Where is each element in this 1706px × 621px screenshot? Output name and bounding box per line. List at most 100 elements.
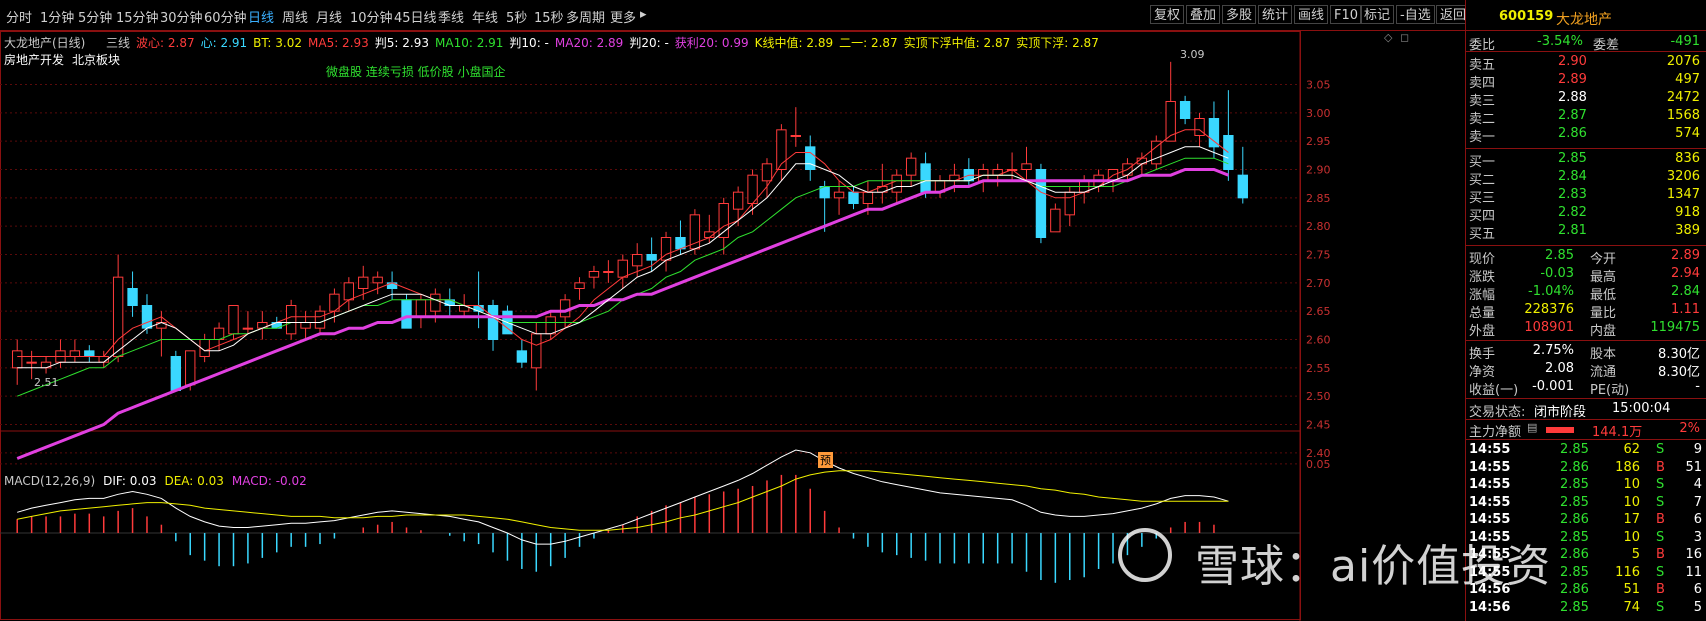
candle-body-19 — [285, 305, 297, 335]
period-tab-15[interactable]: 多周期 — [566, 7, 605, 26]
toolbar-button-1[interactable]: 叠加 — [1186, 5, 1221, 24]
period-tab-11[interactable]: 季线 — [438, 7, 464, 26]
period-tab-13[interactable]: 5秒 — [506, 7, 527, 26]
ask-price-3[interactable]: 2.87 — [1558, 108, 1587, 123]
candle-body-52 — [761, 163, 773, 182]
candle-body-9 — [141, 305, 153, 329]
fund-label-0: 换手 — [1469, 347, 1496, 362]
candle-body-73 — [1064, 191, 1075, 216]
quote-value2-0: 2.89 — [1671, 248, 1700, 263]
period-tab-12[interactable]: 年线 — [472, 7, 498, 26]
indicator-value-4: MA5: 2.93 — [308, 36, 369, 50]
candle-body-4 — [69, 350, 81, 358]
bid-label-3: 买四 — [1469, 209, 1496, 224]
candle-body-59 — [862, 191, 874, 205]
tick-price-9: 2.85 — [1560, 599, 1589, 615]
candle-body-57 — [833, 191, 845, 199]
tick-side-0: S — [1656, 442, 1665, 457]
period-tab-3[interactable]: 15分钟 — [116, 7, 159, 26]
candle-body-43 — [632, 254, 643, 267]
toolbar-button-6[interactable]: 标记 — [1360, 5, 1395, 24]
tick-volume-7: 116 — [1615, 564, 1640, 580]
toolbar-button-2[interactable]: 多股 — [1222, 5, 1257, 24]
candle-body-37 — [545, 316, 556, 335]
ask-price-1[interactable]: 2.89 — [1558, 72, 1587, 87]
watermark-text: 雪球：ai价值投资 — [1195, 541, 1552, 592]
sector-label-1[interactable]: 房地产开发 — [4, 51, 64, 68]
webi-value: -3.54% — [1537, 34, 1583, 49]
period-tab-2[interactable]: 5分钟 — [78, 7, 112, 26]
bid-price-2[interactable]: 2.83 — [1558, 187, 1587, 202]
tick-side-6: B — [1656, 547, 1665, 562]
price-tick-0: 3.05 — [1306, 79, 1331, 92]
main-fund-label[interactable]: 主力净额 — [1469, 421, 1521, 440]
list-icon[interactable]: ▤ — [1527, 421, 1537, 434]
indicator-value-1: 波心: 2.87 — [136, 36, 195, 50]
candle-body-23 — [343, 282, 355, 301]
price-tick-4: 2.85 — [1306, 192, 1331, 205]
period-tab-7[interactable]: 周线 — [282, 7, 308, 26]
ask-price-2[interactable]: 2.88 — [1558, 90, 1587, 105]
chart-close-icon[interactable]: ◻ — [1400, 31, 1409, 44]
period-tab-4[interactable]: 30分钟 — [160, 7, 203, 26]
period-tab-16[interactable]: 更多 — [610, 7, 636, 26]
toolbar-button-3[interactable]: 统计 — [1258, 5, 1293, 24]
period-tab-0[interactable]: 分时 — [6, 7, 32, 26]
period-tab-9[interactable]: 10分钟 — [350, 7, 393, 26]
tick-volume-3: 10 — [1623, 494, 1640, 510]
period-tab-14[interactable]: 15秒 — [534, 7, 564, 26]
period-tab-5[interactable]: 60分钟 — [204, 7, 247, 26]
more-chevron-icon[interactable]: ▸ — [640, 7, 647, 22]
tick-volume-5: 10 — [1623, 529, 1640, 545]
fund-value-0: 2.75% — [1532, 343, 1574, 358]
quote-value2-4: 119475 — [1650, 320, 1700, 335]
period-tab-10[interactable]: 45日线 — [394, 7, 437, 26]
forecast-badge[interactable]: 预 — [818, 452, 833, 468]
stock-code: 600159 — [1499, 9, 1554, 24]
toolbar-button-4[interactable]: 画线 — [1294, 5, 1329, 24]
tick-count-3: 7 — [1693, 494, 1702, 510]
ask-price-4[interactable]: 2.86 — [1558, 126, 1587, 141]
quote-label-3: 总量 — [1469, 306, 1496, 321]
tick-time-2: 14:55 — [1469, 477, 1511, 492]
chart-collapse-icon[interactable]: ◇ — [1384, 31, 1392, 44]
candle-body-35 — [516, 350, 528, 363]
macd-header-item-0: MACD(12,26,9) — [4, 474, 96, 488]
toolbar-button-5[interactable]: F10 — [1330, 5, 1363, 24]
indicator-value-11: K线中值: 2.89 — [754, 36, 834, 50]
tick-count-6: 16 — [1685, 547, 1702, 562]
bid-price-1[interactable]: 2.84 — [1558, 169, 1587, 184]
tick-volume-6: 5 — [1631, 547, 1640, 562]
candle-body-85 — [1237, 174, 1248, 199]
bid-price-3[interactable]: 2.82 — [1558, 205, 1587, 220]
bid-label-0: 买一 — [1469, 155, 1496, 170]
bid-price-4[interactable]: 2.81 — [1558, 223, 1587, 238]
chart-frame — [0, 31, 1301, 620]
tick-price-4: 2.86 — [1560, 512, 1589, 527]
trade-status-label: 交易状态: — [1469, 405, 1526, 420]
ask-volume-4: 574 — [1675, 126, 1700, 141]
bid-price-0[interactable]: 2.85 — [1558, 151, 1587, 166]
tick-volume-1: 186 — [1615, 459, 1640, 475]
tick-price-8: 2.86 — [1560, 582, 1589, 597]
period-tab-1[interactable]: 1分钟 — [40, 7, 74, 26]
period-tab-8[interactable]: 月线 — [316, 7, 342, 26]
tick-volume-9: 74 — [1623, 599, 1640, 615]
tick-side-7: S — [1656, 564, 1665, 580]
price-tick-1: 3.00 — [1306, 107, 1331, 120]
xueqiu-logo-icon — [1118, 528, 1172, 582]
indicator-value-7: 判10: - — [509, 36, 549, 50]
quote-value-2: -1.04% — [1528, 284, 1574, 299]
ask-price-0[interactable]: 2.90 — [1558, 54, 1587, 69]
toolbar-button-0[interactable]: 复权 — [1150, 5, 1185, 24]
price-tick-5: 2.80 — [1306, 220, 1331, 233]
sector-label-2[interactable]: 北京板块 — [72, 51, 120, 68]
price-tick-9: 2.60 — [1306, 334, 1331, 347]
tick-time-4: 14:55 — [1469, 512, 1511, 527]
candle-body-41 — [603, 271, 614, 273]
toolbar-button-7[interactable]: -自选 — [1396, 5, 1435, 24]
period-tab-6[interactable]: 日线 — [248, 7, 274, 26]
candle-body-36 — [531, 333, 542, 369]
tick-count-9: 5 — [1693, 599, 1702, 615]
fund-value2-2: - — [1695, 379, 1700, 394]
